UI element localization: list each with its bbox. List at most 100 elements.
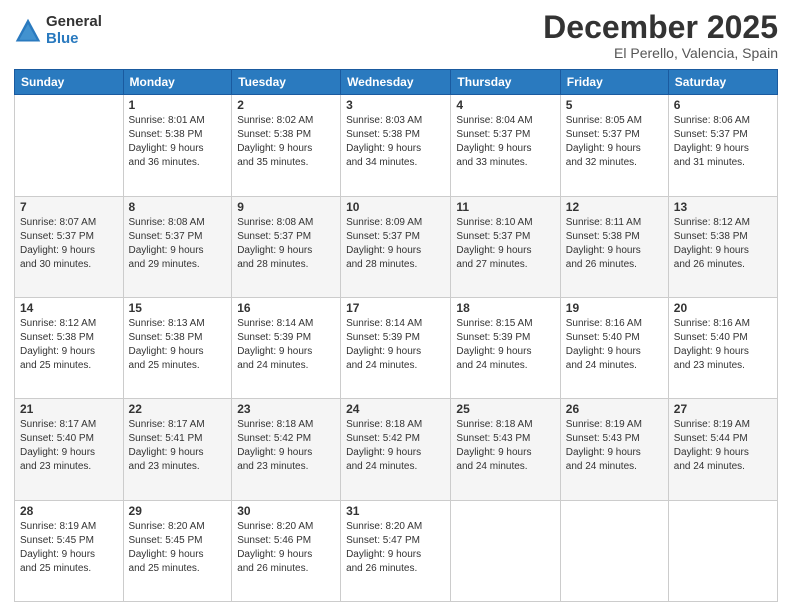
logo-text: General Blue [46, 14, 102, 47]
day-number: 13 [674, 200, 772, 214]
weekday-header-saturday: Saturday [668, 70, 777, 95]
day-info: Sunrise: 8:18 AM Sunset: 5:43 PM Dayligh… [456, 418, 554, 474]
day-number: 22 [129, 402, 227, 416]
day-info: Sunrise: 8:04 AM Sunset: 5:37 PM Dayligh… [456, 114, 554, 170]
day-info: Sunrise: 8:06 AM Sunset: 5:37 PM Dayligh… [674, 114, 772, 170]
day-info: Sunrise: 8:14 AM Sunset: 5:39 PM Dayligh… [346, 317, 445, 373]
logo-icon [14, 17, 42, 45]
day-number: 25 [456, 402, 554, 416]
calendar-cell: 19Sunrise: 8:16 AM Sunset: 5:40 PM Dayli… [560, 297, 668, 398]
day-info: Sunrise: 8:18 AM Sunset: 5:42 PM Dayligh… [346, 418, 445, 474]
calendar-cell: 20Sunrise: 8:16 AM Sunset: 5:40 PM Dayli… [668, 297, 777, 398]
calendar-week-row: 14Sunrise: 8:12 AM Sunset: 5:38 PM Dayli… [15, 297, 778, 398]
day-number: 11 [456, 200, 554, 214]
day-number: 9 [237, 200, 335, 214]
day-number: 28 [20, 504, 118, 518]
calendar-title: December 2025 [543, 10, 778, 45]
day-number: 6 [674, 98, 772, 112]
day-number: 19 [566, 301, 663, 315]
day-info: Sunrise: 8:17 AM Sunset: 5:41 PM Dayligh… [129, 418, 227, 474]
weekday-header-thursday: Thursday [451, 70, 560, 95]
calendar-cell: 17Sunrise: 8:14 AM Sunset: 5:39 PM Dayli… [341, 297, 451, 398]
day-number: 26 [566, 402, 663, 416]
day-info: Sunrise: 8:10 AM Sunset: 5:37 PM Dayligh… [456, 216, 554, 272]
calendar-cell: 12 Sunrise: 8:11 AM Sunset: 5:38 PM Dayli… [560, 196, 668, 297]
day-info: Sunrise: 8:15 AM Sunset: 5:39 PM Dayligh… [456, 317, 554, 373]
logo-blue-label: Blue [46, 31, 102, 48]
weekday-header-monday: Monday [123, 70, 232, 95]
calendar-cell: 10Sunrise: 8:09 AM Sunset: 5:37 PM Dayli… [341, 196, 451, 297]
calendar-cell [15, 95, 124, 196]
calendar-cell: 27 Sunrise: 8:19 AM Sunset: 5:44 PM Dayli… [668, 399, 777, 500]
calendar-cell: 29 Sunrise: 8:20 AM Sunset: 5:45 PM Dayli… [123, 500, 232, 601]
calendar-cell: 21Sunrise: 8:17 AM Sunset: 5:40 PM Dayli… [15, 399, 124, 500]
calendar-cell: 30 Sunrise: 8:20 AM Sunset: 5:46 PM Dayli… [232, 500, 341, 601]
day-info: Sunrise: 8:08 AM Sunset: 5:37 PM Dayligh… [129, 216, 227, 272]
calendar-cell: 28Sunrise: 8:19 AM Sunset: 5:45 PM Dayli… [15, 500, 124, 601]
calendar-cell: 2Sunrise: 8:02 AM Sunset: 5:38 PM Daylig… [232, 95, 341, 196]
calendar-cell: 5 Sunrise: 8:05 AM Sunset: 5:37 PM Daylig… [560, 95, 668, 196]
calendar-header: SundayMondayTuesdayWednesdayThursdayFrid… [15, 70, 778, 95]
calendar-cell: 4Sunrise: 8:04 AM Sunset: 5:37 PM Daylig… [451, 95, 560, 196]
calendar-week-row: 28Sunrise: 8:19 AM Sunset: 5:45 PM Dayli… [15, 500, 778, 601]
day-info: Sunrise: 8:14 AM Sunset: 5:39 PM Dayligh… [237, 317, 335, 373]
day-number: 14 [20, 301, 118, 315]
day-info: Sunrise: 8:18 AM Sunset: 5:42 PM Dayligh… [237, 418, 335, 474]
day-info: Sunrise: 8:19 AM Sunset: 5:43 PM Dayligh… [566, 418, 663, 474]
calendar-week-row: 21Sunrise: 8:17 AM Sunset: 5:40 PM Dayli… [15, 399, 778, 500]
calendar-cell: 9 Sunrise: 8:08 AM Sunset: 5:37 PM Daylig… [232, 196, 341, 297]
calendar-cell: 11 Sunrise: 8:10 AM Sunset: 5:37 PM Dayli… [451, 196, 560, 297]
day-number: 24 [346, 402, 445, 416]
calendar-week-row: 7Sunrise: 8:07 AM Sunset: 5:37 PM Daylig… [15, 196, 778, 297]
day-number: 5 [566, 98, 663, 112]
day-number: 8 [129, 200, 227, 214]
page-container: General Blue December 2025 El Perello, V… [0, 0, 792, 612]
calendar-table: SundayMondayTuesdayWednesdayThursdayFrid… [14, 69, 778, 602]
calendar-cell: 15Sunrise: 8:13 AM Sunset: 5:38 PM Dayli… [123, 297, 232, 398]
day-info: Sunrise: 8:11 AM Sunset: 5:38 PM Dayligh… [566, 216, 663, 272]
calendar-cell: 25 Sunrise: 8:18 AM Sunset: 5:43 PM Dayli… [451, 399, 560, 500]
day-number: 29 [129, 504, 227, 518]
calendar-cell: 13 Sunrise: 8:12 AM Sunset: 5:38 PM Dayli… [668, 196, 777, 297]
day-number: 18 [456, 301, 554, 315]
logo-general-label: General [46, 14, 102, 31]
calendar-cell: 8 Sunrise: 8:08 AM Sunset: 5:37 PM Daylig… [123, 196, 232, 297]
calendar-cell: 6 Sunrise: 8:06 AM Sunset: 5:37 PM Daylig… [668, 95, 777, 196]
day-info: Sunrise: 8:05 AM Sunset: 5:37 PM Dayligh… [566, 114, 663, 170]
calendar-cell: 31Sunrise: 8:20 AM Sunset: 5:47 PM Dayli… [341, 500, 451, 601]
weekday-header-friday: Friday [560, 70, 668, 95]
logo: General Blue [14, 14, 102, 47]
day-info: Sunrise: 8:17 AM Sunset: 5:40 PM Dayligh… [20, 418, 118, 474]
calendar-cell: 26 Sunrise: 8:19 AM Sunset: 5:43 PM Dayli… [560, 399, 668, 500]
weekday-header-sunday: Sunday [15, 70, 124, 95]
day-info: Sunrise: 8:07 AM Sunset: 5:37 PM Dayligh… [20, 216, 118, 272]
day-info: Sunrise: 8:20 AM Sunset: 5:45 PM Dayligh… [129, 520, 227, 576]
weekday-header-wednesday: Wednesday [341, 70, 451, 95]
weekday-header-tuesday: Tuesday [232, 70, 341, 95]
day-info: Sunrise: 8:01 AM Sunset: 5:38 PM Dayligh… [129, 114, 227, 170]
day-number: 12 [566, 200, 663, 214]
calendar-subtitle: El Perello, Valencia, Spain [543, 45, 778, 61]
day-info: Sunrise: 8:20 AM Sunset: 5:47 PM Dayligh… [346, 520, 445, 576]
calendar-week-row: 1 Sunrise: 8:01 AM Sunset: 5:38 PM Daylig… [15, 95, 778, 196]
title-block: December 2025 El Perello, Valencia, Spai… [543, 10, 778, 61]
page-header: General Blue December 2025 El Perello, V… [14, 10, 778, 61]
day-info: Sunrise: 8:03 AM Sunset: 5:38 PM Dayligh… [346, 114, 445, 170]
calendar-cell: 1 Sunrise: 8:01 AM Sunset: 5:38 PM Daylig… [123, 95, 232, 196]
day-number: 2 [237, 98, 335, 112]
day-number: 3 [346, 98, 445, 112]
weekday-header-row: SundayMondayTuesdayWednesdayThursdayFrid… [15, 70, 778, 95]
calendar-cell: 16Sunrise: 8:14 AM Sunset: 5:39 PM Dayli… [232, 297, 341, 398]
day-info: Sunrise: 8:13 AM Sunset: 5:38 PM Dayligh… [129, 317, 227, 373]
day-info: Sunrise: 8:19 AM Sunset: 5:44 PM Dayligh… [674, 418, 772, 474]
day-info: Sunrise: 8:12 AM Sunset: 5:38 PM Dayligh… [674, 216, 772, 272]
day-number: 1 [129, 98, 227, 112]
day-number: 27 [674, 402, 772, 416]
day-number: 30 [237, 504, 335, 518]
calendar-cell [668, 500, 777, 601]
day-info: Sunrise: 8:20 AM Sunset: 5:46 PM Dayligh… [237, 520, 335, 576]
calendar-cell: 3 Sunrise: 8:03 AM Sunset: 5:38 PM Daylig… [341, 95, 451, 196]
calendar-cell [451, 500, 560, 601]
day-info: Sunrise: 8:08 AM Sunset: 5:37 PM Dayligh… [237, 216, 335, 272]
day-info: Sunrise: 8:16 AM Sunset: 5:40 PM Dayligh… [674, 317, 772, 373]
